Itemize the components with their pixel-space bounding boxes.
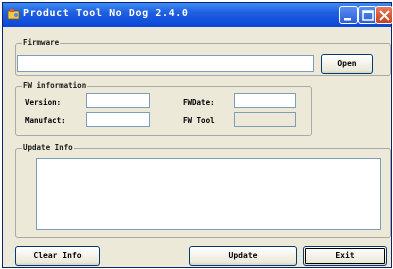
manufact-field[interactable] bbox=[86, 112, 150, 127]
fwdate-label: FWDate: bbox=[183, 98, 215, 107]
exit-button[interactable]: Exit bbox=[303, 246, 387, 266]
minimize-button[interactable] bbox=[339, 6, 358, 24]
minimize-icon bbox=[344, 18, 351, 21]
firmware-legend: Firmware bbox=[22, 38, 61, 47]
fwtool-field bbox=[234, 112, 296, 127]
clear-info-button[interactable]: Clear Info bbox=[15, 246, 100, 266]
app-icon bbox=[7, 9, 20, 20]
close-icon bbox=[379, 10, 390, 21]
version-field[interactable] bbox=[86, 93, 150, 108]
window-title: Product Tool No Dog 2.4.0 bbox=[23, 8, 189, 19]
title-bar[interactable]: Product Tool No Dog 2.4.0 bbox=[3, 3, 393, 27]
firmware-path-field[interactable] bbox=[17, 55, 314, 72]
update-info-textarea[interactable] bbox=[36, 158, 381, 230]
update-button[interactable]: Update bbox=[189, 246, 297, 266]
app-window: Product Tool No Dog 2.4.0 Firmware Open … bbox=[2, 2, 393, 268]
fwtool-label: FW Tool bbox=[183, 116, 215, 125]
version-label: Version: bbox=[25, 98, 62, 107]
fw-information-legend: FW information bbox=[22, 81, 88, 90]
update-info-legend: Update Info bbox=[22, 143, 74, 152]
open-button[interactable]: Open bbox=[321, 54, 373, 74]
fwdate-field[interactable] bbox=[234, 93, 296, 108]
close-button[interactable] bbox=[375, 6, 393, 24]
manufact-label: Manufact: bbox=[25, 116, 66, 125]
